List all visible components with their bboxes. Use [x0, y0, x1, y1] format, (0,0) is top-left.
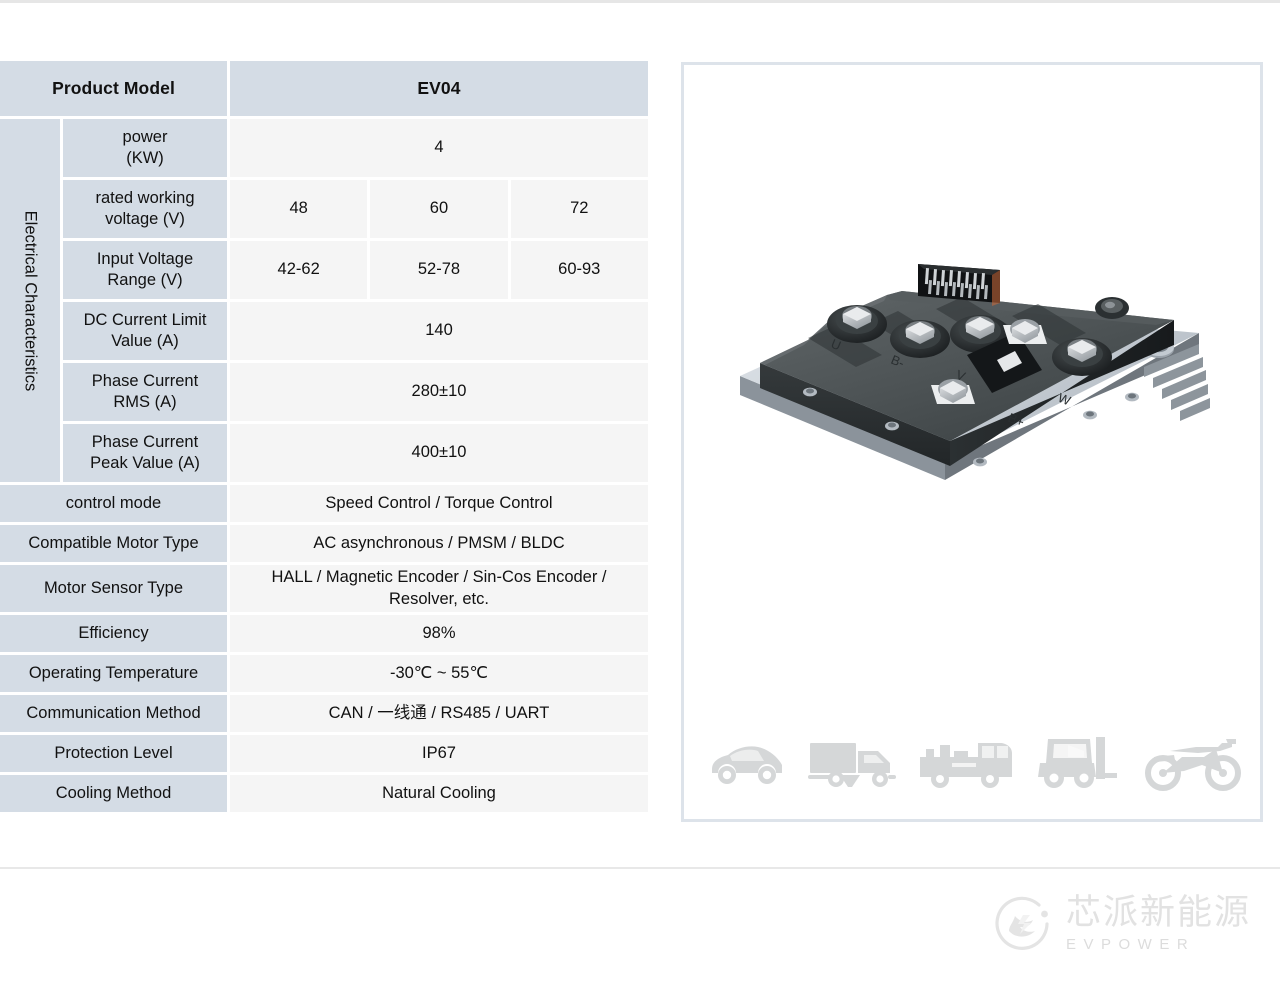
- vehicle-application-icons: [706, 733, 1242, 791]
- row-value-line2: Resolver, etc.: [389, 589, 489, 608]
- row-label-line1: power: [122, 127, 168, 146]
- row-label-line1: DC Current Limit: [83, 310, 207, 329]
- group-label-text: Electrical Characteristics: [21, 210, 40, 391]
- leaf-swirl-logo-icon: [995, 896, 1049, 950]
- top-divider: [0, 0, 1280, 3]
- power-terminal-w: [1052, 338, 1112, 376]
- table-row: Cooling Method Natural Cooling: [0, 775, 648, 812]
- row-value-dc-current-limit: 140: [230, 302, 648, 360]
- table-row: control mode Speed Control / Torque Cont…: [0, 485, 648, 522]
- table-row: Input Voltage Range (V) 42-62 52-78 60-9…: [63, 241, 648, 299]
- row-value-phase-current-peak: 400±10: [230, 424, 648, 482]
- utility-vehicle-icon: [920, 743, 1012, 788]
- power-terminal-bminus: [890, 320, 950, 358]
- row-label-efficiency: Efficiency: [0, 615, 227, 652]
- row-value-efficiency: 98%: [230, 615, 648, 652]
- forklift-icon: [1038, 737, 1117, 788]
- row-label-line1: Phase Current: [91, 371, 199, 390]
- row-value-input-range-42-62: 42-62: [230, 241, 368, 299]
- row-value-protection-level: IP67: [230, 735, 648, 772]
- row-value-rated-voltage-60: 60: [370, 180, 508, 238]
- row-label-line2: Value (A): [111, 332, 179, 350]
- row-label-line2: Peak Value (A): [90, 454, 200, 472]
- header-label-product-model: Product Model: [0, 61, 227, 116]
- table-row: Phase Current RMS (A) 280±10: [63, 363, 648, 421]
- table-row: Compatible Motor Type AC asynchronous / …: [0, 525, 648, 562]
- row-value-motor-sensor-type: HALL / Magnetic Encoder / Sin-Cos Encode…: [230, 565, 648, 612]
- motorcycle-icon: [1145, 739, 1241, 791]
- row-label-power: power (KW): [63, 119, 227, 177]
- row-label-line1: rated working: [95, 188, 195, 207]
- table-row: Protection Level IP67: [0, 735, 648, 772]
- row-value-compatible-motor-type: AC asynchronous / PMSM / BLDC: [230, 525, 648, 562]
- group-label-electrical-characteristics: Electrical Characteristics: [0, 119, 60, 482]
- car-icon: [712, 746, 782, 784]
- electrical-characteristics-group: Electrical Characteristics power (KW) 4: [0, 119, 648, 482]
- row-value-input-range-60-93: 60-93: [510, 241, 648, 299]
- table-row: rated working voltage (V) 48 60 72: [63, 180, 648, 238]
- row-label-dc-current-limit: DC Current Limit Value (A): [63, 302, 227, 360]
- row-label-protection-level: Protection Level: [0, 735, 227, 772]
- row-label-line2: (KW): [126, 149, 164, 167]
- row-label-line2: Range (V): [107, 271, 183, 289]
- row-value-operating-temperature: -30℃ ~ 55℃: [230, 655, 648, 692]
- row-value-power: 4: [230, 119, 648, 177]
- table-row: Phase Current Peak Value (A) 400±10: [63, 424, 648, 482]
- row-value-control-mode: Speed Control / Torque Control: [230, 485, 648, 522]
- row-label-phase-current-rms: Phase Current RMS (A): [63, 363, 227, 421]
- table-row: power (KW) 4: [63, 119, 648, 177]
- row-label-communication-method: Communication Method: [0, 695, 227, 732]
- row-label-control-mode: control mode: [0, 485, 227, 522]
- table-header-row: Product Model EV04: [0, 61, 648, 116]
- row-value-phase-current-rms: 280±10: [230, 363, 648, 421]
- table-row: Communication Method CAN / 一线通 / RS485 /…: [0, 695, 648, 732]
- row-value-communication-method: CAN / 一线通 / RS485 / UART: [230, 695, 648, 732]
- row-label-line1: Input Voltage: [96, 249, 194, 268]
- table-row: Operating Temperature -30℃ ~ 55℃: [0, 655, 648, 692]
- row-label-cooling-method: Cooling Method: [0, 775, 227, 812]
- table-row: Efficiency 98%: [0, 615, 648, 652]
- row-label-motor-sensor-type: Motor Sensor Type: [0, 565, 227, 612]
- row-value-input-range-52-78: 52-78: [370, 241, 508, 299]
- brand-name-cn: 芯派新能源: [1066, 893, 1252, 934]
- table-row: Motor Sensor Type HALL / Magnetic Encode…: [0, 565, 648, 612]
- row-value-cooling-method: Natural Cooling: [230, 775, 648, 812]
- specification-table: Product Model EV04 Electrical Characteri…: [0, 61, 648, 812]
- brand-logo: 芯派新能源 EVPOWER: [993, 893, 1251, 955]
- brand-name-en: EVPOWER: [1066, 935, 1196, 953]
- row-label-line1: Phase Current: [91, 432, 199, 451]
- row-label-compatible-motor-type: Compatible Motor Type: [0, 525, 227, 562]
- row-label-phase-current-peak: Phase Current Peak Value (A): [63, 424, 227, 482]
- bottom-divider: [0, 867, 1280, 869]
- brand-text: 芯派新能源 EVPOWER: [1066, 895, 1251, 952]
- row-label-line2: voltage (V): [105, 210, 185, 228]
- row-label-operating-temperature: Operating Temperature: [0, 655, 227, 692]
- product-render-stage: U B- V B+ W: [684, 95, 1260, 625]
- row-label-input-voltage-range: Input Voltage Range (V): [63, 241, 227, 299]
- breather-vent: [1095, 297, 1129, 319]
- truck-icon: [808, 743, 896, 787]
- row-value-rated-voltage-48: 48: [230, 180, 368, 238]
- motor-controller-render: U B- V B+ W: [740, 264, 1210, 480]
- product-image-panel: U B- V B+ W: [681, 62, 1263, 822]
- header-value-model: EV04: [230, 61, 648, 116]
- table-row: DC Current Limit Value (A) 140: [63, 302, 648, 360]
- row-label-line2: RMS (A): [113, 393, 177, 411]
- row-value-rated-voltage-72: 72: [510, 180, 648, 238]
- row-label-rated-working-voltage: rated working voltage (V): [63, 180, 227, 238]
- row-value-line1: HALL / Magnetic Encoder / Sin-Cos Encode…: [271, 568, 607, 587]
